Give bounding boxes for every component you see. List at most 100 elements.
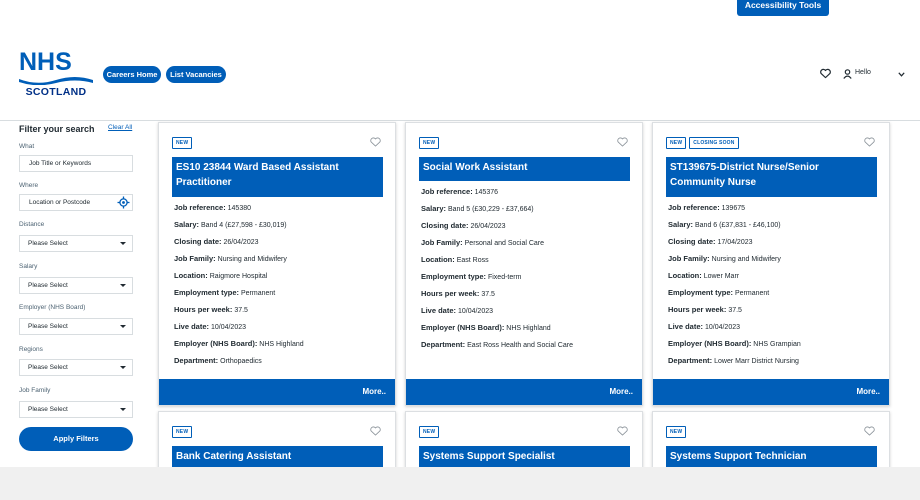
logo-scotland-text: SCOTLAND xyxy=(25,86,87,98)
employer-select[interactable]: Please Select xyxy=(19,318,133,335)
keywords-input[interactable]: Job Title or Keywords xyxy=(19,155,133,172)
salary-label: Salary xyxy=(19,263,38,270)
job-closing-date: Closing date: 26/04/2023 xyxy=(421,221,506,230)
clear-all-link[interactable]: Clear All xyxy=(108,124,132,131)
job-card[interactable]: NEW Bank Catering Assistant xyxy=(158,411,396,467)
job-title[interactable]: Systems Support Technician xyxy=(666,446,877,467)
job-card[interactable]: NEW CLOSING SOON ST139675-District Nurse… xyxy=(652,122,890,406)
job-card[interactable]: NEW Systems Support Technician xyxy=(652,411,890,467)
job-department: Department: East Ross Health and Social … xyxy=(421,340,573,349)
save-job-heart-icon[interactable] xyxy=(864,426,875,436)
user-greeting[interactable]: Hello xyxy=(855,69,871,76)
more-button[interactable]: More.. xyxy=(159,379,395,405)
job-family: Job Family: Nursing and Midwifery xyxy=(174,254,287,263)
user-icon[interactable] xyxy=(843,69,852,79)
job-closing-date: Closing date: 26/04/2023 xyxy=(174,237,259,246)
save-job-heart-icon[interactable] xyxy=(370,426,381,436)
location-placeholder: Location or Postcode xyxy=(29,199,91,206)
new-badge: NEW xyxy=(666,426,687,438)
job-reference: Job reference: 145376 xyxy=(421,187,498,196)
caret-down-icon xyxy=(120,284,126,287)
caret-down-icon xyxy=(120,242,126,245)
job-title[interactable]: Bank Catering Assistant xyxy=(172,446,383,467)
badge-group: NEW CLOSING SOON xyxy=(666,137,739,149)
favourites-heart-icon[interactable] xyxy=(820,68,831,79)
regions-select[interactable]: Please Select xyxy=(19,359,133,376)
job-family-select-value: Please Select xyxy=(28,406,68,413)
regions-label: Regions xyxy=(19,346,43,353)
job-department: Department: Orthopaedics xyxy=(174,356,262,365)
job-salary: Salary: Band 5 (£30,229 - £37,664) xyxy=(421,204,534,213)
caret-down-icon xyxy=(120,366,126,369)
new-badge: NEW xyxy=(419,426,440,438)
job-location: Location: Raigmore Hospital xyxy=(174,271,268,280)
employer-select-value: Please Select xyxy=(28,323,68,330)
bottom-strip xyxy=(0,467,920,500)
job-employer: Employer (NHS Board): NHS Highland xyxy=(421,323,551,332)
save-job-heart-icon[interactable] xyxy=(864,137,875,147)
badge-group: NEW xyxy=(419,426,440,438)
what-label: What xyxy=(19,143,35,150)
job-hours: Hours per week: 37.5 xyxy=(174,305,248,314)
job-family: Job Family: Nursing and Midwifery xyxy=(668,254,781,263)
job-location: Location: Lower Marr xyxy=(668,271,740,280)
job-location: Location: East Ross xyxy=(421,255,489,264)
filter-title: Filter your search xyxy=(19,124,95,134)
closing-soon-badge: CLOSING SOON xyxy=(689,137,739,149)
logo-nhs-text: NHS xyxy=(19,48,72,76)
location-input[interactable]: Location or Postcode xyxy=(19,194,133,211)
job-employer: Employer (NHS Board): NHS Highland xyxy=(174,339,304,348)
job-salary: Salary: Band 4 (£27,598 - £30,019) xyxy=(174,220,287,229)
job-employment-type: Employment type: Permanent xyxy=(174,288,276,297)
job-title[interactable]: ES10 23844 Ward Based Assistant Practiti… xyxy=(172,157,383,197)
job-closing-date: Closing date: 17/04/2023 xyxy=(668,237,753,246)
job-live-date: Live date: 10/04/2023 xyxy=(174,322,247,331)
job-title[interactable]: Systems Support Specialist xyxy=(419,446,630,467)
new-badge: NEW xyxy=(172,426,193,438)
salary-select[interactable]: Please Select xyxy=(19,277,133,294)
caret-down-icon xyxy=(120,408,126,411)
more-button[interactable]: More.. xyxy=(406,379,642,405)
new-badge: NEW xyxy=(666,137,687,149)
job-family-label: Job Family xyxy=(19,387,51,394)
job-hours: Hours per week: 37.5 xyxy=(668,305,742,314)
job-family-select[interactable]: Please Select xyxy=(19,401,133,418)
job-live-date: Live date: 10/04/2023 xyxy=(668,322,741,331)
save-job-heart-icon[interactable] xyxy=(370,137,381,147)
save-job-heart-icon[interactable] xyxy=(617,137,628,147)
badge-group: NEW xyxy=(172,426,193,438)
job-card[interactable]: NEW Social Work Assistant Job reference:… xyxy=(405,122,643,406)
where-label: Where xyxy=(19,182,39,189)
nav-careers-home[interactable]: Careers Home xyxy=(103,66,161,83)
job-salary: Salary: Band 6 (£37,831 - £46,100) xyxy=(668,220,781,229)
job-family: Job Family: Personal and Social Care xyxy=(421,238,545,247)
more-button[interactable]: More.. xyxy=(653,379,889,405)
distance-select[interactable]: Please Select xyxy=(19,235,133,252)
distance-select-value: Please Select xyxy=(28,240,68,247)
job-card[interactable]: NEW ES10 23844 Ward Based Assistant Prac… xyxy=(158,122,396,406)
locate-me-icon[interactable] xyxy=(117,196,130,209)
job-details: Job reference: 139675 Salary: Band 6 (£3… xyxy=(668,199,883,369)
save-job-heart-icon[interactable] xyxy=(617,426,628,436)
accessibility-tools-button[interactable]: Accessibility Tools xyxy=(737,0,829,16)
caret-down-icon xyxy=(120,325,126,328)
chevron-down-icon[interactable] xyxy=(898,72,905,77)
job-title[interactable]: ST139675-District Nurse/Senior Community… xyxy=(666,157,877,197)
new-badge: NEW xyxy=(419,137,440,149)
job-reference: Job reference: 139675 xyxy=(668,203,745,212)
new-badge: NEW xyxy=(172,137,193,149)
nav-list-vacancies[interactable]: List Vacancies xyxy=(166,66,226,83)
job-title[interactable]: Social Work Assistant xyxy=(419,157,630,181)
apply-filters-button[interactable]: Apply Filters xyxy=(19,427,133,451)
job-department: Department: Lower Marr District Nursing xyxy=(668,356,799,365)
regions-select-value: Please Select xyxy=(28,364,68,371)
badge-group: NEW xyxy=(172,137,193,149)
job-reference: Job reference: 145380 xyxy=(174,203,251,212)
nhs-scotland-logo[interactable]: NHS SCOTLAND xyxy=(19,49,93,101)
job-employment-type: Employment type: Fixed-term xyxy=(421,272,522,281)
logo-wave-icon xyxy=(19,77,93,85)
job-live-date: Live date: 10/04/2023 xyxy=(421,306,494,315)
job-details: Job reference: 145380 Salary: Band 4 (£2… xyxy=(174,199,389,369)
distance-label: Distance xyxy=(19,221,45,228)
job-card[interactable]: NEW Systems Support Specialist xyxy=(405,411,643,467)
